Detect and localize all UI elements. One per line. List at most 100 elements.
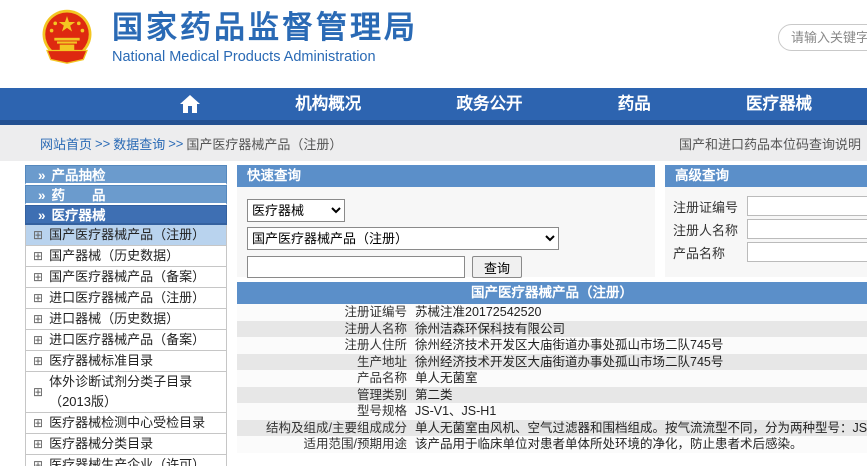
- product-name-input[interactable]: [747, 242, 867, 262]
- table-row: 生产地址 徐州经济技术开发区大庙街道办事处孤山市场二队745号: [237, 354, 867, 371]
- sidebar-section-devices[interactable]: »医疗器械: [25, 205, 227, 225]
- row-label: 型号规格: [237, 403, 407, 420]
- registrant-name-input[interactable]: [747, 219, 867, 239]
- site-title: 国家药品监督管理局: [112, 10, 418, 46]
- row-label: 适用范围/预期用途: [237, 436, 407, 453]
- row-label: 管理类别: [237, 387, 407, 404]
- sidebar-item-label: 医疗器械标准目录: [49, 351, 153, 371]
- quick-keyword-input[interactable]: [247, 256, 465, 278]
- advanced-query-title: 高级查询: [665, 165, 867, 187]
- breadcrumb-separator: >>: [95, 136, 110, 151]
- breadcrumb: 网站首页 >> 数据查询 >> 国产医疗器械产品（注册） 国产和进口药品本位码查…: [0, 125, 867, 161]
- expand-plus-icon: ⊞: [33, 229, 43, 241]
- row-value: 单人无菌室由风机、空气过滤器和围档组成。按气流流型不同，分为两种型号：JS-V1…: [415, 420, 867, 437]
- sidebar-item-label: 医疗器械分类目录: [49, 434, 153, 454]
- sidebar-item-manufacturer-licensed[interactable]: ⊞ 医疗器械生产企业（许可）: [25, 455, 227, 466]
- site-subtitle: National Medical Products Administration: [112, 49, 418, 65]
- sidebar-item-standards-catalog[interactable]: ⊞ 医疗器械标准目录: [25, 351, 227, 372]
- advanced-field-row: 注册证编号: [673, 196, 867, 216]
- sidebar-item-label: 进口器械（历史数据）: [49, 309, 179, 329]
- reg-number-input[interactable]: [747, 196, 867, 216]
- chevron-right-icon: »: [38, 168, 46, 183]
- quick-search-row: 查询: [247, 256, 645, 278]
- sidebar-item-testing-center-catalog[interactable]: ⊞ 医疗器械检测中心受检目录: [25, 413, 227, 434]
- table-row: 结构及组成/主要组成成分 单人无菌室由风机、空气过滤器和围档组成。按气流流型不同…: [237, 420, 867, 437]
- reg-number-label: 注册证编号: [673, 197, 747, 216]
- row-label: 生产地址: [237, 354, 407, 371]
- registrant-name-label: 注册人名称: [673, 220, 747, 239]
- sidebar-item-classification-catalog[interactable]: ⊞ 医疗器械分类目录: [25, 434, 227, 455]
- header-search-input[interactable]: [778, 24, 867, 51]
- row-value: 徐州经济技术开发区大庙街道办事处孤山市场二队745号: [415, 354, 867, 371]
- row-value: JS-V1、JS-H1: [415, 403, 867, 420]
- nav-item-drugs[interactable]: 药品: [618, 86, 651, 123]
- row-value: 徐州洁森环保科技有限公司: [415, 321, 867, 338]
- result-table-title: 国产医疗器械产品（注册）: [237, 282, 867, 304]
- breadcrumb-current: 国产医疗器械产品（注册）: [186, 134, 342, 153]
- sidebar-item-label: 医疗器械生产企业（许可）: [49, 455, 205, 466]
- product-name-label: 产品名称: [673, 243, 747, 262]
- sidebar-item-domestic-history[interactable]: ⊞ 国产器械（历史数据）: [25, 246, 227, 267]
- nav-item-gov[interactable]: 政务公开: [457, 86, 523, 123]
- national-emblem-icon: [38, 7, 96, 65]
- sidebar-item-domestic-filing[interactable]: ⊞国产医疗器械产品（备案）: [25, 267, 227, 288]
- sidebar-item-label: 国产器械（历史数据）: [49, 246, 179, 266]
- nav-item-devices[interactable]: 医疗器械: [746, 86, 812, 123]
- expand-plus-icon: ⊞: [33, 292, 43, 304]
- breadcrumb-right-link[interactable]: 国产和进口药品本位码查询说明: [679, 134, 861, 153]
- sidebar-item-imported-filing[interactable]: ⊞进口医疗器械产品（备案）: [25, 330, 227, 351]
- sidebar-item-label: 体外诊断试剂分类子目录（2013版）: [49, 372, 222, 412]
- advanced-query-panel: 高级查询 注册证编号 注册人名称 产品名称: [665, 165, 867, 277]
- query-panels: 快速查询 医疗器械 国产医疗器械产品（注册） 查询 高级查询: [237, 165, 867, 277]
- result-table: 国产医疗器械产品（注册） 注册证编号 苏械注准20172542520 注册人名称…: [237, 282, 867, 453]
- sidebar-item-imported-registered[interactable]: ⊞ 进口医疗器械产品（注册）: [25, 288, 227, 309]
- row-label: 注册证编号: [237, 304, 407, 321]
- query-button[interactable]: 查询: [472, 256, 522, 278]
- subcategory-select[interactable]: 国产医疗器械产品（注册）: [247, 227, 559, 250]
- sidebar-item-label: 国产医疗器械产品（注册）: [49, 225, 205, 245]
- row-label: 注册人住所: [237, 337, 407, 354]
- sidebar-item-label: 进口医疗器械产品（注册）: [49, 288, 205, 308]
- row-value: 单人无菌室: [415, 370, 867, 387]
- expand-plus-icon: ⊞: [33, 334, 43, 346]
- advanced-field-row: 注册人名称: [673, 219, 867, 239]
- sidebar-section-label: 产品抽检: [52, 168, 106, 183]
- table-row: 注册人住所 徐州经济技术开发区大庙街道办事处孤山市场二队745号: [237, 337, 867, 354]
- breadcrumb-dataquery-link[interactable]: 数据查询: [113, 134, 165, 153]
- sidebar-section-drugs[interactable]: » 药 品: [25, 185, 227, 205]
- advanced-query-body: 注册证编号 注册人名称 产品名称: [665, 187, 867, 265]
- sidebar-section-product-sampling[interactable]: » 产品抽检: [25, 165, 227, 185]
- sidebar-item-imported-history[interactable]: ⊞ 进口器械（历史数据）: [25, 309, 227, 330]
- category-select[interactable]: 医疗器械: [247, 199, 345, 222]
- quick-query-body: 医疗器械 国产医疗器械产品（注册） 查询: [237, 187, 655, 285]
- sidebar-item-label: 国产医疗器械产品（备案）: [49, 267, 205, 287]
- row-value: 徐州经济技术开发区大庙街道办事处孤山市场二队745号: [415, 337, 867, 354]
- table-row: 注册人名称 徐州洁森环保科技有限公司: [237, 321, 867, 338]
- quick-query-title: 快速查询: [237, 165, 655, 187]
- sidebar-item-ivd-catalog[interactable]: ⊞体外诊断试剂分类子目录（2013版）: [25, 372, 227, 413]
- chevron-right-icon: »: [38, 188, 46, 203]
- row-label: 注册人名称: [237, 321, 407, 338]
- expand-plus-icon: ⊞: [33, 438, 43, 450]
- table-row: 型号规格 JS-V1、JS-H1: [237, 403, 867, 420]
- chevron-right-icon: »: [38, 208, 46, 223]
- main-nav: 机构概况 政务公开 药品 医疗器械: [0, 88, 867, 125]
- table-row: 管理类别 第二类: [237, 387, 867, 404]
- sidebar-item-domestic-registered[interactable]: ⊞ 国产医疗器械产品（注册）: [25, 225, 227, 246]
- row-label: 结构及组成/主要组成成分: [237, 420, 407, 437]
- nav-item-org[interactable]: 机构概况: [295, 86, 361, 123]
- expand-plus-icon: ⊞: [33, 250, 43, 262]
- table-row: 注册证编号 苏械注准20172542520: [237, 304, 867, 321]
- sidebar-item-label: 医疗器械检测中心受检目录: [49, 413, 205, 433]
- expand-plus-icon: ⊞: [33, 355, 43, 367]
- table-row: 产品名称 单人无菌室: [237, 370, 867, 387]
- sidebar-section-label: 药 品: [52, 188, 106, 203]
- breadcrumb-home-link[interactable]: 网站首页: [40, 134, 92, 153]
- content-area: »产品抽检 »药 品 »医疗器械 ⊞国产医疗器械产品（注册） ⊞国产器械（历史数…: [0, 165, 867, 466]
- expand-plus-icon: ⊞: [33, 417, 43, 429]
- breadcrumb-separator: >>: [168, 136, 183, 151]
- sidebar: » 产品抽检 » 药 品 »医疗器械 ⊞ 国产医疗器械产品（注册） ⊞ 国产器械（历史数…: [25, 165, 227, 466]
- expand-plus-icon: ⊞: [33, 313, 43, 325]
- expand-plus-icon: ⊞: [33, 459, 43, 466]
- home-icon[interactable]: [180, 95, 200, 113]
